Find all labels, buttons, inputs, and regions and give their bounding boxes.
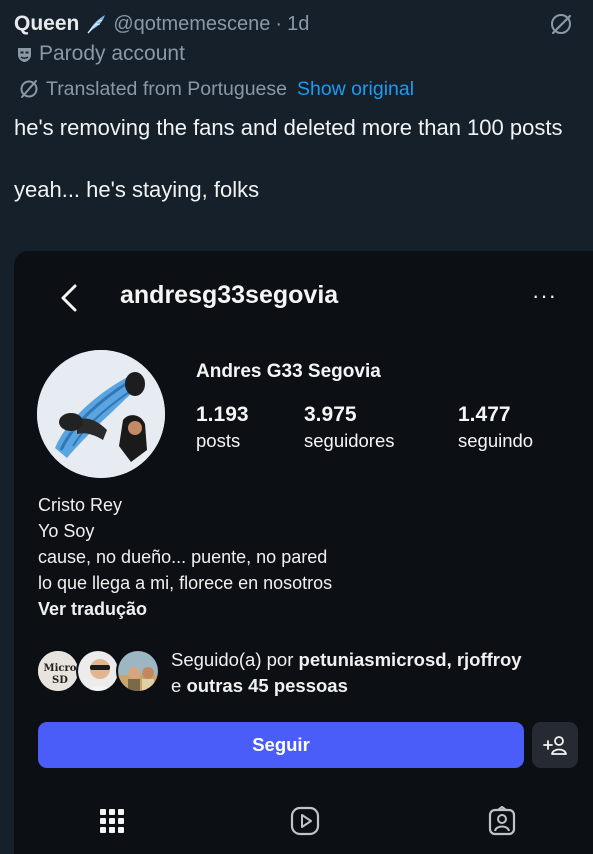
tweet-media-image[interactable]: andresg33segovia ··· Andres G33 Segovia … <box>14 251 593 854</box>
profile-username: andresg33segovia <box>120 281 339 309</box>
parody-label-row: Parody account <box>16 40 185 68</box>
parody-label: Parody account <box>39 42 185 65</box>
follower-avatar: Micro SD <box>36 649 80 693</box>
see-translation-link: Ver tradução <box>38 599 148 619</box>
followed-by-row: Micro SD Seguido(a) por petuniasmicrosd,… <box>36 645 576 701</box>
posts-label: posts <box>196 430 241 451</box>
show-original-link[interactable]: Show original <box>297 78 414 101</box>
grid-icon <box>94 803 130 839</box>
tweet-header: Queen @qotmemescene · 1d <box>14 10 309 38</box>
stat-posts[interactable]: 1.193 posts <box>196 402 249 454</box>
profile-avatar <box>37 350 165 478</box>
timestamp[interactable]: 1d <box>287 13 309 36</box>
back-arrow-icon <box>58 283 80 313</box>
tagged-icon <box>484 803 520 839</box>
profile-tab-bar <box>14 791 593 854</box>
follow-button: Seguir <box>38 722 524 768</box>
more-options-icon: ··· <box>532 283 557 308</box>
bio-line: lo que llega a mi, florece en nosotros <box>38 573 333 593</box>
followed-by-text: Seguido(a) por petuniasmicrosd, rjoffroy… <box>171 649 522 696</box>
tweet: Queen @qotmemescene · 1d Parody account … <box>0 0 593 250</box>
bio-line: cause, no dueño... puente, no pared <box>38 547 328 567</box>
reels-icon <box>287 803 323 839</box>
parody-mask-icon <box>16 46 33 63</box>
translate-icon <box>18 78 40 100</box>
translated-label: Translated from Portuguese <box>46 77 287 100</box>
grok-icon[interactable] <box>548 11 574 37</box>
followers-count: 3.975 <box>304 403 357 426</box>
bio-line: Cristo Rey <box>38 495 123 515</box>
profile-bio: Cristo Rey Yo Soy cause, no dueño... pue… <box>38 492 332 622</box>
bio-line: Yo Soy <box>38 521 95 541</box>
posts-count: 1.193 <box>196 403 249 426</box>
stat-following[interactable]: 1.477 seguindo <box>458 402 533 454</box>
followers-label: seguidores <box>304 430 395 451</box>
svg-text:SD: SD <box>52 675 68 686</box>
translation-row: Translated from Portuguese Show original <box>18 75 414 103</box>
separator: · <box>275 12 283 35</box>
author-handle[interactable]: @qotmemescene <box>113 13 270 36</box>
author-name[interactable]: Queen <box>14 12 79 36</box>
tweet-text: he's removing the fans and deleted more … <box>14 112 579 205</box>
following-label: seguindo <box>458 430 534 451</box>
tweet-text-line-2: yeah... he's staying, folks <box>14 177 260 202</box>
following-count: 1.477 <box>458 403 511 426</box>
follower-avatar <box>76 649 120 693</box>
follower-avatar <box>116 649 160 693</box>
stat-followers[interactable]: 3.975 seguidores <box>304 402 395 454</box>
tweet-text-line-1: he's removing the fans and deleted more … <box>14 115 563 140</box>
profile-full-name: Andres G33 Segovia <box>196 361 381 382</box>
feather-icon <box>85 13 107 35</box>
follower-avatar-text: Micro <box>44 663 77 674</box>
add-user-icon <box>532 722 578 768</box>
